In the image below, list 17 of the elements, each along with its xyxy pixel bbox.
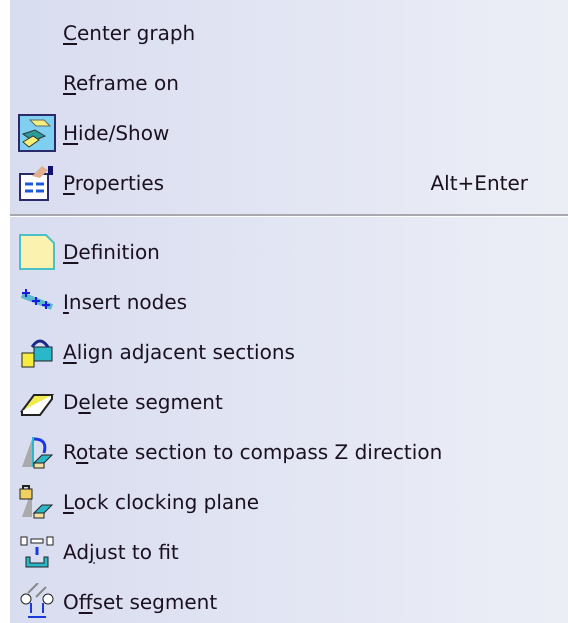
menu-item[interactable]: Align adjacent sections bbox=[63, 340, 295, 364]
menu-item[interactable]: Center graph bbox=[63, 21, 196, 45]
menu-item[interactable]: Insert nodes bbox=[63, 290, 188, 314]
menu-item[interactable]: Hide/Show bbox=[63, 121, 170, 145]
menu-item[interactable]: Rotate section to compass Z direction bbox=[63, 440, 442, 464]
boxes-icon bbox=[18, 114, 56, 152]
menu-item[interactable]: Lock clocking plane bbox=[63, 490, 260, 514]
shortcut-label: Alt+Enter bbox=[430, 171, 528, 195]
menu-item[interactable]: Delete segment bbox=[63, 390, 223, 414]
menu-item[interactable]: Offset segment bbox=[63, 590, 218, 614]
menu-item[interactable]: Definition bbox=[63, 240, 160, 264]
page-icon bbox=[18, 233, 56, 271]
properties-icon bbox=[18, 164, 56, 202]
lock-icon bbox=[18, 483, 56, 521]
menu-item[interactable]: Adjust to fit bbox=[63, 540, 179, 564]
menu-item[interactable]: Reframe on bbox=[63, 71, 179, 95]
menu-item[interactable]: Properties bbox=[63, 171, 164, 195]
